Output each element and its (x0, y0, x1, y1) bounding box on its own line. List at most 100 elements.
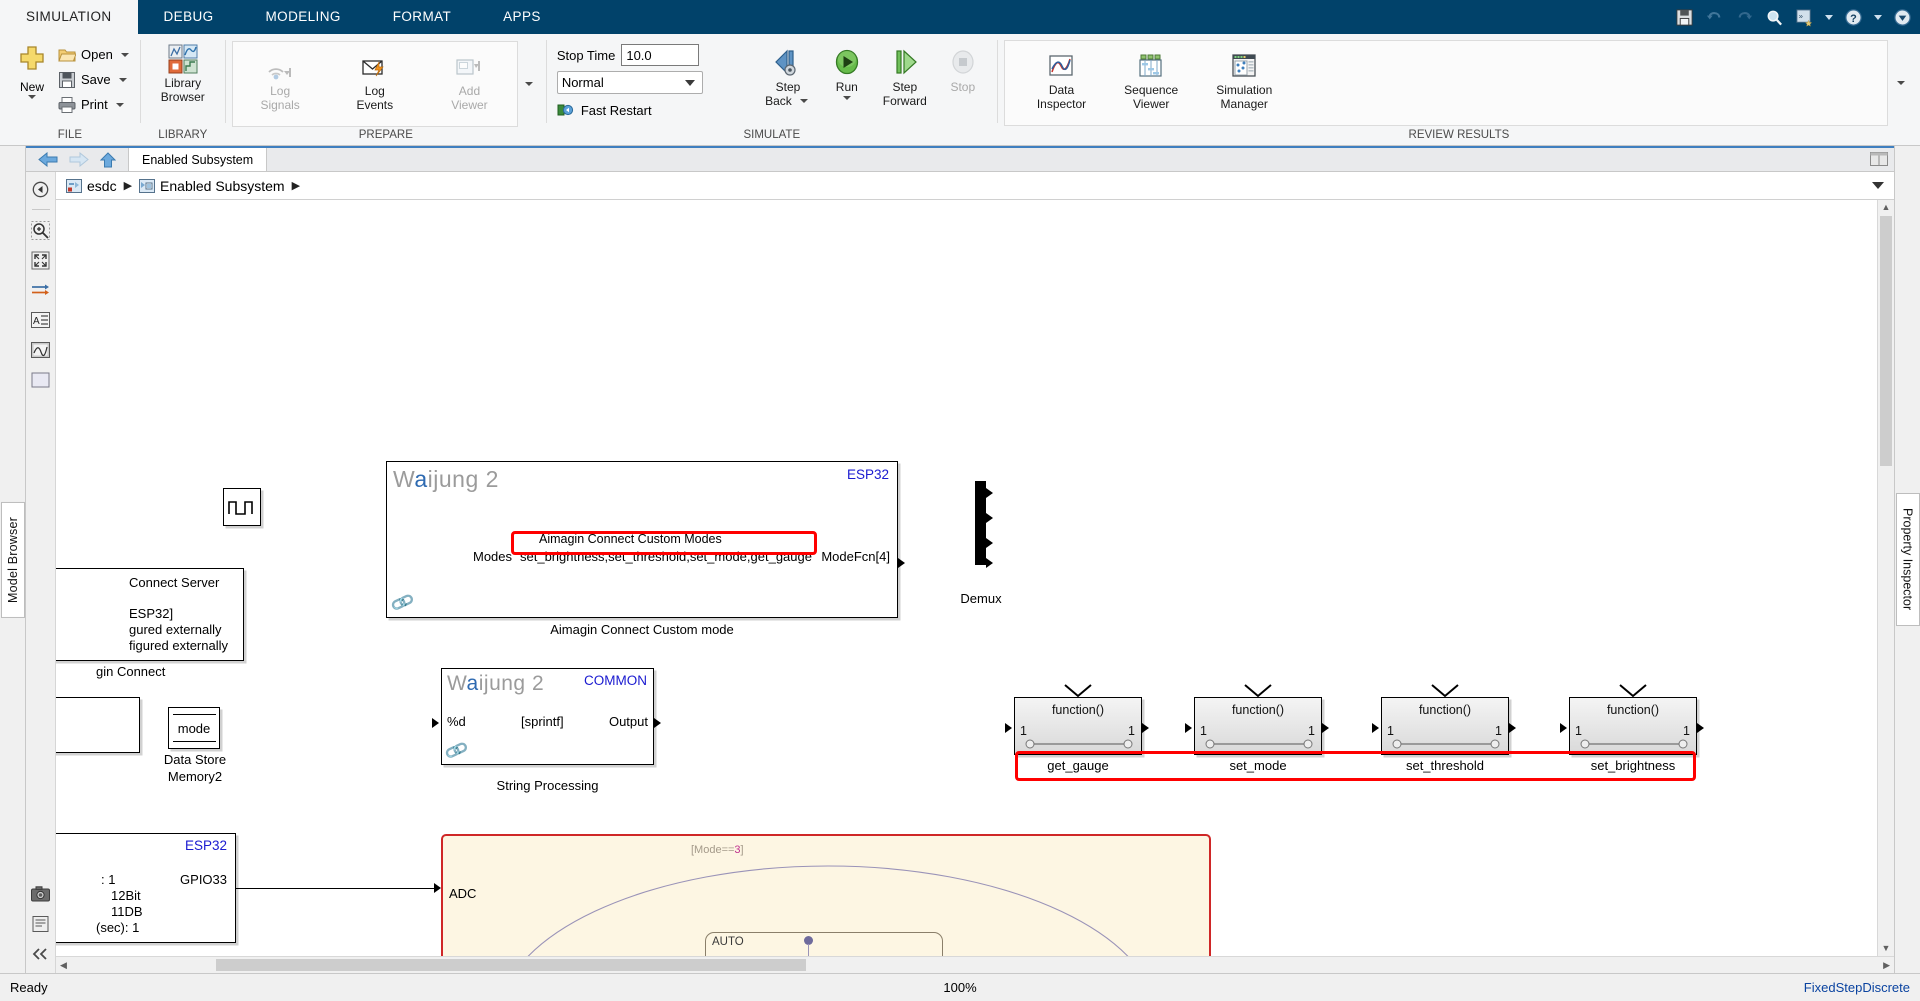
custom-mode-modes-value: set_brightness,set_threshold,set_mode,ge… (520, 549, 812, 564)
run-dropdown-caret[interactable] (842, 96, 851, 100)
notes-button[interactable] (30, 913, 52, 935)
shortcuts-dropdown-caret[interactable] (1825, 14, 1833, 20)
scroll-left-arrow[interactable]: ◀ (60, 960, 67, 970)
expand-ribbon-icon[interactable] (1893, 8, 1912, 27)
string-processing-block[interactable]: Waijung 2 COMMON %d [sprintf] Output 🔗 (441, 668, 654, 765)
step-forward-button[interactable]: Step Forward (875, 44, 935, 112)
status-zoom-level[interactable]: 100% (943, 980, 976, 995)
aimagin-connect-server-label: gin Connect (96, 664, 166, 679)
navigate-back-button[interactable] (30, 178, 52, 200)
log-events-button[interactable]: Log Events (347, 50, 403, 116)
function-title-set-threshold: function() (1418, 703, 1472, 717)
aimagin-connect-custom-mode-block[interactable]: Waijung 2 ESP32 Aimagin Connect Custom M… (386, 461, 898, 618)
vertical-scroll-thumb[interactable] (1880, 216, 1892, 466)
open-dropdown-caret[interactable] (120, 52, 129, 57)
model-canvas[interactable]: Waijung 2 ESP32 Aimagin Connect Custom M… (56, 200, 1877, 956)
stateflow-chart[interactable]: OFF LED=0; AUTO AUTO_OFF (441, 834, 1211, 956)
area-button[interactable] (30, 369, 52, 391)
function-label-set-mode: set_mode (1229, 758, 1287, 773)
breadcrumb-item-esdc[interactable]: esdc (66, 178, 117, 194)
scope-button[interactable] (30, 339, 52, 361)
run-button[interactable]: Run (819, 44, 875, 104)
back-arrow-icon[interactable] (38, 152, 58, 167)
simulation-manager-button[interactable]: Simulation Manager (1208, 49, 1280, 115)
review-more-caret[interactable] (1897, 81, 1905, 85)
undo-icon[interactable] (1705, 8, 1724, 27)
stop-time-input[interactable] (621, 44, 700, 66)
document-tab-enabled-subsystem[interactable]: Enabled Subsystem (128, 148, 268, 171)
search-icon[interactable] (1765, 8, 1784, 27)
save-button[interactable]: Save (56, 67, 134, 92)
print-button[interactable]: Print (56, 92, 134, 117)
state-auto[interactable]: AUTO (705, 932, 943, 956)
scroll-down-arrow[interactable]: ▼ (1882, 944, 1891, 953)
adc-block[interactable]: ESP32 : 1 12Bit 11DB (sec): 1 GPIO33 (56, 833, 236, 943)
tab-modeling[interactable]: MODELING (240, 0, 367, 34)
pulse-generator-block[interactable] (223, 488, 261, 526)
prepare-more-caret[interactable] (524, 81, 533, 86)
sequence-viewer-icon (1139, 54, 1162, 77)
signal-routing-button[interactable] (30, 279, 52, 301)
step-back-dropdown-caret[interactable] (799, 99, 808, 103)
shortcuts-icon[interactable]: » (1795, 8, 1814, 27)
new-button[interactable]: New (8, 40, 56, 99)
save-dropdown-caret[interactable] (118, 77, 127, 82)
fast-restart-toggle[interactable]: Fast Restart (557, 99, 751, 121)
canvas-vertical-scrollbar[interactable]: ▲ ▼ (1877, 200, 1894, 956)
svg-text:A: A (33, 316, 40, 327)
group-label-file: FILE (57, 129, 83, 141)
tab-format[interactable]: FORMAT (367, 0, 477, 34)
tab-simulation[interactable]: SIMULATION (0, 0, 138, 34)
library-browser-button[interactable]: Library Browser (153, 40, 213, 108)
aimagin-connect-server-block[interactable]: Connect Server ESP32] gured externally f… (56, 568, 244, 661)
horizontal-scroll-thumb[interactable] (216, 959, 806, 971)
function-block-set-threshold[interactable]: function() 1 1 (1381, 697, 1509, 755)
step-back-button[interactable]: Step Back (757, 44, 819, 112)
open-label: Open (81, 47, 113, 62)
forward-arrow-icon[interactable] (69, 152, 89, 167)
add-viewer-button[interactable]: Add Viewer (441, 50, 497, 116)
tab-apps[interactable]: APPS (477, 0, 567, 34)
redo-icon[interactable] (1735, 8, 1754, 27)
log-signals-button[interactable]: Log Signals (252, 50, 308, 116)
demux-block[interactable] (975, 481, 986, 565)
model-browser-panel-tab[interactable]: Model Browser (0, 146, 26, 973)
tabbar-layout-button[interactable] (1870, 152, 1888, 169)
scroll-up-arrow[interactable]: ▲ (1882, 203, 1891, 212)
run-icon (835, 49, 858, 75)
save-icon[interactable] (1675, 8, 1694, 27)
annotation-button[interactable]: A (30, 309, 52, 331)
function-title-get-gauge: function() (1051, 703, 1105, 717)
wire-adc-to-chart (236, 888, 434, 890)
help-dropdown-caret[interactable] (1874, 14, 1882, 20)
simulation-mode-select[interactable]: Normal (556, 71, 703, 94)
canvas-horizontal-scrollbar[interactable]: ◀ ▶ (56, 956, 1894, 973)
function-block-set-mode[interactable]: function() 1 1 (1194, 697, 1322, 755)
model-editor: Enabled Subsystem A esdc ▶ Enabled Subsy… (26, 146, 1894, 973)
data-store-memory2-partial-block[interactable] (56, 697, 140, 753)
scroll-right-arrow[interactable]: ▶ (1883, 960, 1890, 970)
new-dropdown-caret[interactable] (28, 95, 36, 99)
function-block-set-brightness[interactable]: function() 1 1 (1569, 697, 1697, 755)
stop-button[interactable]: Stop (935, 44, 991, 98)
tab-debug[interactable]: DEBUG (138, 0, 240, 34)
help-icon[interactable]: ? (1844, 8, 1863, 27)
editor-tab-bar: Enabled Subsystem (26, 148, 1894, 172)
print-dropdown-caret[interactable] (115, 102, 124, 107)
up-arrow-icon[interactable] (100, 151, 116, 168)
data-store-memory2-block[interactable]: mode (168, 707, 220, 749)
data-inspector-button[interactable]: Data Inspector (1029, 49, 1094, 115)
collapse-toolstrip-button[interactable] (30, 943, 52, 965)
open-button[interactable]: Open (56, 42, 134, 67)
breadcrumb-item-enabled-subsystem[interactable]: Enabled Subsystem (139, 178, 285, 194)
zoom-in-button[interactable] (30, 219, 52, 241)
breadcrumb-dropdown-caret[interactable] (1872, 182, 1884, 189)
fit-to-view-button[interactable] (30, 249, 52, 271)
status-solver[interactable]: FixedStepDiscrete (1804, 980, 1910, 995)
demux-out-port-2 (986, 513, 993, 523)
camera-button[interactable] (30, 883, 52, 905)
sequence-viewer-button[interactable]: Sequence Viewer (1116, 49, 1186, 115)
library-browser-label-2: Browser (160, 90, 205, 104)
property-inspector-panel-tab[interactable]: Property Inspector (1894, 146, 1920, 973)
function-block-get-gauge[interactable]: function() 1 1 (1014, 697, 1142, 755)
